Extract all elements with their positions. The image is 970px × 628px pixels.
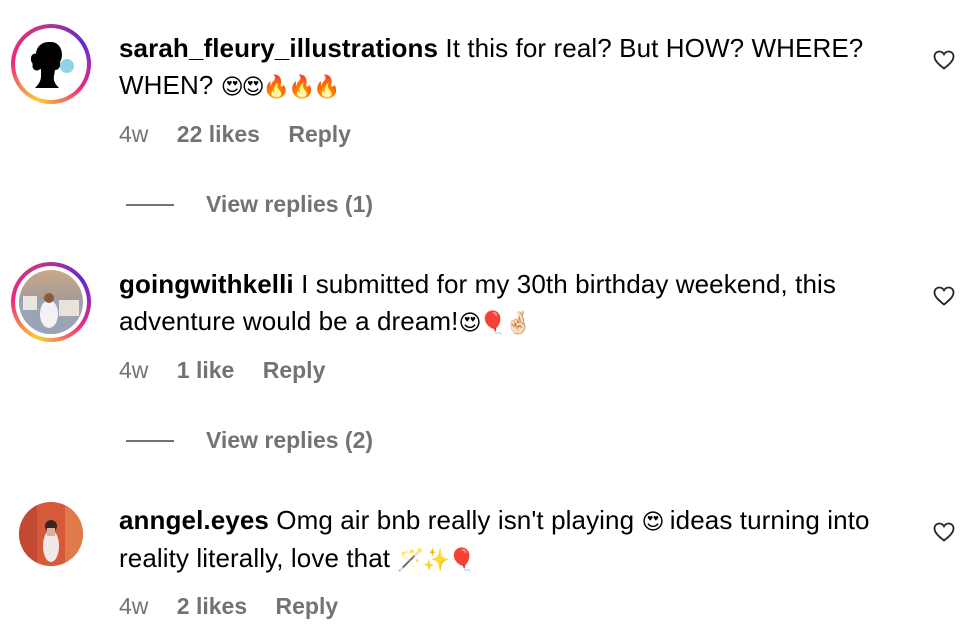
- heart-icon[interactable]: [932, 284, 956, 308]
- avatar-story-ring[interactable]: [11, 24, 91, 104]
- likes-count[interactable]: 2 likes: [177, 593, 247, 619]
- heart-icon[interactable]: [932, 520, 956, 544]
- avatar[interactable]: [19, 502, 83, 566]
- timestamp: 4w: [119, 357, 149, 383]
- comment-emoji-inline: 😍: [641, 509, 665, 534]
- comment-text: goingwithkelli I submitted for my 30th b…: [119, 266, 919, 341]
- photo-avatar: [19, 502, 83, 566]
- photo-avatar: [19, 270, 83, 334]
- comment-text: anngel.eyes Omg air bnb really isn't pla…: [119, 502, 919, 578]
- timestamp: 4w: [119, 121, 149, 147]
- divider-line: [126, 439, 174, 442]
- username[interactable]: anngel.eyes: [119, 505, 269, 535]
- likes-count[interactable]: 1 like: [177, 357, 235, 383]
- view-replies-label: View replies (2): [206, 427, 374, 453]
- heart-icon[interactable]: [932, 48, 956, 72]
- avatar: [19, 270, 83, 334]
- comment-emojis: 😍🎈🤞🏻: [458, 310, 532, 335]
- reply-button[interactable]: Reply: [263, 357, 326, 383]
- comment-body: Omg air bnb really isn't playing: [276, 505, 635, 535]
- reply-button[interactable]: Reply: [276, 593, 339, 619]
- view-replies-button[interactable]: View replies (1): [126, 191, 373, 218]
- avatar: [19, 32, 83, 96]
- username[interactable]: sarah_fleury_illustrations: [119, 33, 438, 63]
- comment-emojis: 🪄✨🎈: [397, 547, 475, 572]
- view-replies-label: View replies (1): [206, 191, 374, 217]
- comment-meta: 4w 22 likes Reply: [119, 121, 373, 148]
- divider-line: [126, 203, 174, 206]
- username[interactable]: goingwithkelli: [119, 269, 294, 299]
- comment-meta: 4w 2 likes Reply: [119, 593, 360, 620]
- likes-count[interactable]: 22 likes: [177, 121, 260, 147]
- view-replies-button[interactable]: View replies (2): [126, 427, 373, 454]
- timestamp: 4w: [119, 593, 149, 619]
- silhouette-bubblegum-icon: [30, 42, 74, 88]
- reply-button[interactable]: Reply: [288, 121, 351, 147]
- comment-emojis: 😍😍🔥🔥🔥: [220, 74, 341, 99]
- comment-meta: 4w 1 like Reply: [119, 357, 347, 384]
- avatar-story-ring[interactable]: [11, 262, 91, 342]
- comment-text: sarah_fleury_illustrations It this for r…: [119, 30, 919, 105]
